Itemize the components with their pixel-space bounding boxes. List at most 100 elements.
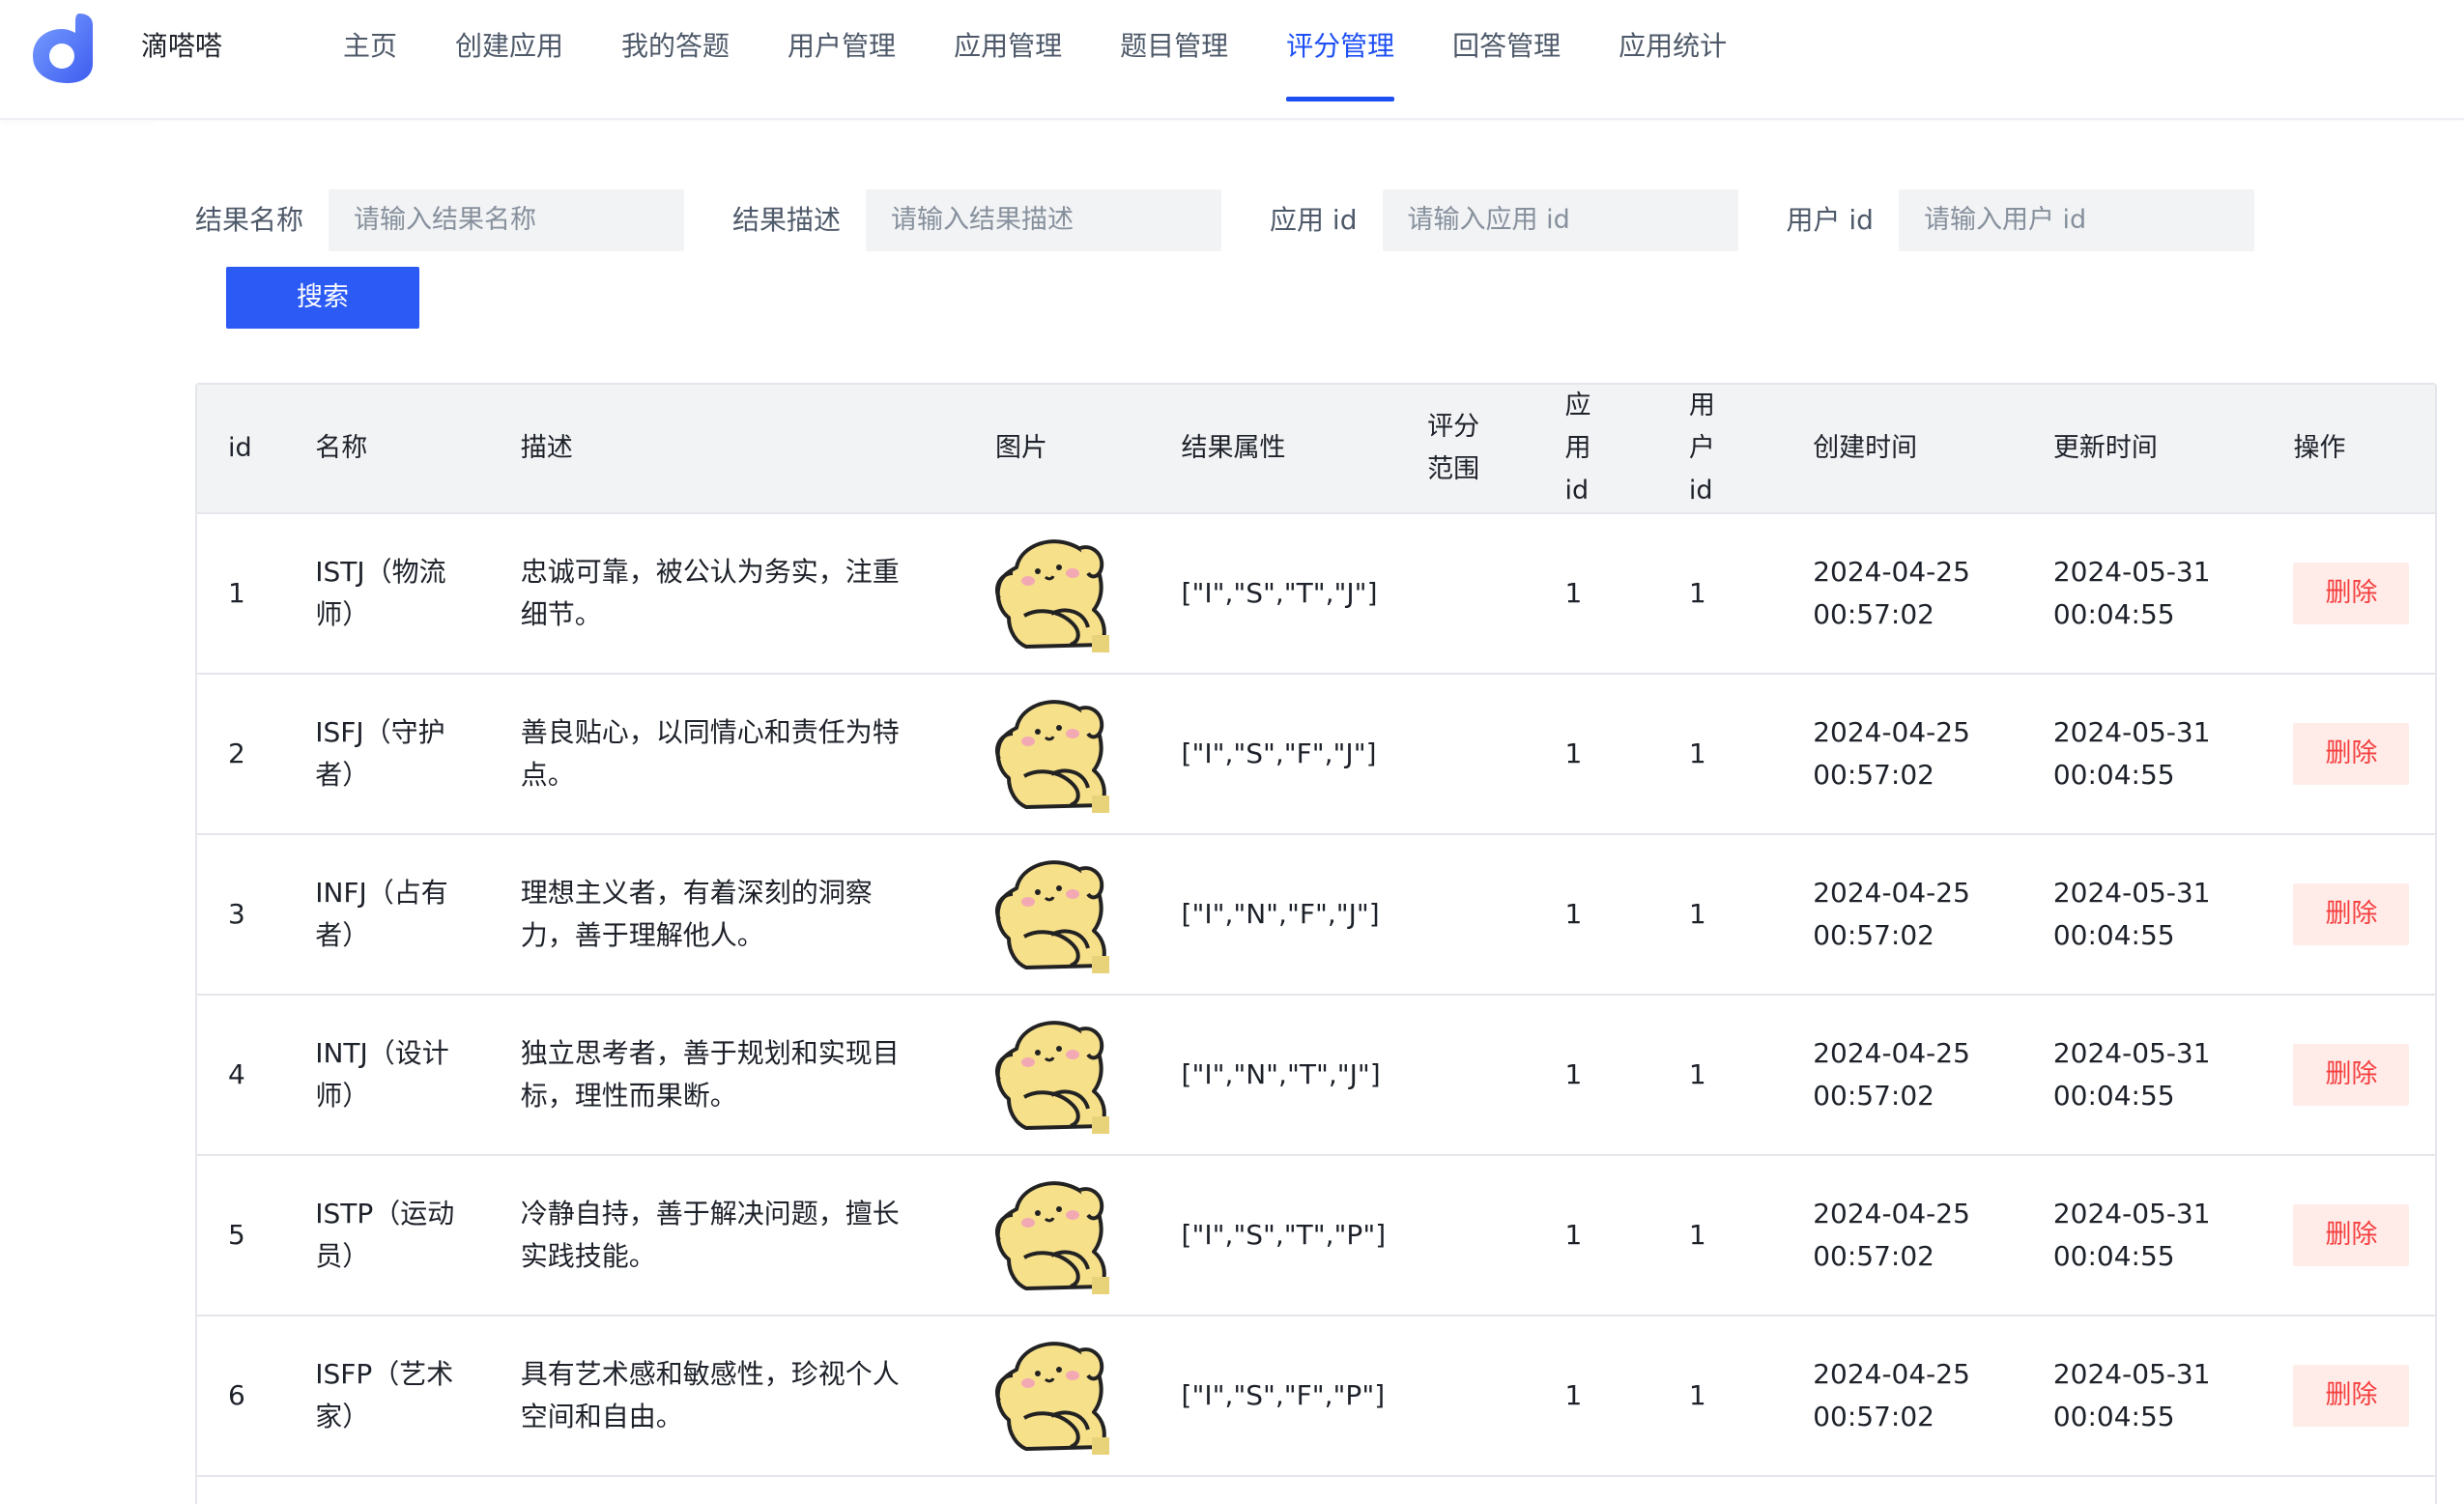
header-ops: 操作 bbox=[2262, 385, 2435, 514]
result-desc-input[interactable] bbox=[866, 189, 1222, 251]
result-name-label: 结果名称 bbox=[195, 204, 304, 236]
result-name-input[interactable] bbox=[329, 189, 685, 251]
cell-updated: 2024-05-31 00:04:55 bbox=[2052, 1358, 2211, 1432]
cell-score-range bbox=[1396, 834, 1533, 995]
nav-item-3[interactable]: 我的答题 bbox=[592, 0, 759, 120]
cell-user-id: 1 bbox=[1688, 1379, 1706, 1411]
cell-attrs: ["I","S","F","J"] bbox=[1181, 738, 1377, 769]
cell-updated: 2024-05-31 00:04:55 bbox=[2052, 716, 2211, 791]
scoring-table: id 名称 描述 图片 结果属性 评分范围 应用id 用户id 创建时间 更新时… bbox=[195, 383, 2437, 1504]
table-row: 3 INFJ（占有者） 理想主义者，有着深刻的洞察力，善于理解他人。 ["I","N… bbox=[197, 834, 2435, 995]
header-desc: 描述 bbox=[489, 385, 965, 514]
delete-button[interactable]: 删除 bbox=[2293, 723, 2410, 785]
cell-image bbox=[964, 995, 1150, 1155]
cell-desc: 善良贴心，以同情心和责任为特点。 bbox=[520, 716, 900, 791]
user-id-input[interactable] bbox=[1898, 189, 2254, 251]
table-header-row: id 名称 描述 图片 结果属性 评分范围 应用id 用户id 创建时间 更新时… bbox=[197, 385, 2435, 514]
app-id-label: 应用 id bbox=[1270, 204, 1358, 236]
cell-user-id: 1 bbox=[1688, 1058, 1706, 1090]
search-button[interactable]: 搜索 bbox=[226, 267, 419, 329]
cell-ops: 删除 bbox=[2262, 995, 2435, 1155]
app-brand-name[interactable]: 滴嗒嗒 bbox=[141, 29, 222, 64]
header-created: 创建时间 bbox=[1782, 385, 2022, 514]
cell-name: ISTJ（物流师） bbox=[315, 556, 446, 630]
cell-app-id: 1 bbox=[1564, 1379, 1583, 1411]
app-id-input[interactable] bbox=[1382, 189, 1738, 251]
header-score-range: 评分范围 bbox=[1396, 385, 1534, 514]
cell-desc: 具有艺术感和敏感性，珍视个人空间和自由。 bbox=[520, 1358, 900, 1432]
cell-name: ISFJ（守护者） bbox=[315, 716, 445, 791]
cell-attrs: ["I","N","F","J"] bbox=[1181, 898, 1380, 930]
nav-item-7[interactable]: 评分管理 bbox=[1257, 0, 1423, 120]
cell-updated: 2024-05-31 00:04:55 bbox=[2052, 556, 2211, 630]
cell-updated: 2024-05-31 00:04:55 bbox=[2052, 1037, 2211, 1112]
cell-created: 2024-04-25 00:57:02 bbox=[1813, 556, 1970, 630]
delete-button[interactable]: 删除 bbox=[2293, 1204, 2410, 1266]
cell-desc: 忠诚可靠，被公认为务实，注重细节。 bbox=[520, 556, 900, 630]
header-updated: 更新时间 bbox=[2021, 385, 2263, 514]
result-thumbnail-image bbox=[988, 1016, 1110, 1134]
nav-item-8[interactable]: 回答管理 bbox=[1423, 0, 1590, 120]
table-row: 2 ISFJ（守护者） 善良贴心，以同情心和责任为特点。 ["I","S","F",… bbox=[197, 674, 2435, 834]
cell-attrs: ["I","N","T","J"] bbox=[1181, 1058, 1381, 1090]
delete-button[interactable]: 删除 bbox=[2293, 563, 2410, 624]
cell-desc: 冷静自持，善于解决问题，擅长实践技能。 bbox=[520, 1198, 900, 1272]
cell-name: INTJ（设计师） bbox=[315, 1037, 449, 1112]
delete-button[interactable]: 删除 bbox=[2293, 1044, 2410, 1106]
nav-item-4[interactable]: 用户管理 bbox=[759, 0, 925, 120]
delete-button[interactable]: 删除 bbox=[2293, 1365, 2410, 1427]
cell-app-id: 1 bbox=[1564, 738, 1583, 769]
cell-image bbox=[964, 834, 1150, 995]
table-row: 1 ISTJ（物流师） 忠诚可靠，被公认为务实，注重细节。 ["I","S","T"… bbox=[197, 513, 2435, 674]
cell-updated: 2024-05-31 00:04:55 bbox=[2052, 877, 2211, 951]
cell-id: 5 bbox=[228, 1219, 245, 1251]
table-row: 5 ISTP（运动员） 冷静自持，善于解决问题，擅长实践技能。 ["I","S","… bbox=[197, 1155, 2435, 1316]
nav-item-1[interactable]: 主页 bbox=[314, 0, 426, 120]
table-row: 4 INTJ（设计师） 独立思考者，善于规划和实现目标，理性而果断。 ["I","N… bbox=[197, 995, 2435, 1155]
cell-app-id: 1 bbox=[1564, 898, 1583, 930]
cell-created: 2024-04-25 00:57:02 bbox=[1813, 1037, 1970, 1112]
nav-item-9[interactable]: 应用统计 bbox=[1590, 0, 1756, 120]
cell-desc: 独立思考者，善于规划和实现目标，理性而果断。 bbox=[520, 1037, 900, 1112]
cell-image bbox=[964, 1155, 1150, 1316]
cell-ops: 删除 bbox=[2262, 674, 2435, 834]
cell-app-id: 1 bbox=[1564, 577, 1583, 609]
header-image: 图片 bbox=[964, 385, 1151, 514]
cell-score-range bbox=[1396, 513, 1533, 674]
cell-image bbox=[964, 674, 1150, 834]
cell-app-id: 1 bbox=[1564, 1058, 1583, 1090]
cell-score-range bbox=[1396, 674, 1533, 834]
cell-name: ISFP（艺术家） bbox=[315, 1358, 454, 1432]
header-name: 名称 bbox=[284, 385, 490, 514]
nav-item-2[interactable]: 创建应用 bbox=[426, 0, 592, 120]
cell-created: 2024-04-25 00:57:02 bbox=[1813, 716, 1970, 791]
cell-name: ISTP（运动员） bbox=[315, 1198, 455, 1272]
cell-id: 2 bbox=[228, 738, 245, 769]
cell-app-id: 1 bbox=[1564, 1219, 1583, 1251]
result-thumbnail-image bbox=[988, 1176, 1110, 1294]
cell-attrs: ["I","S","F","P"] bbox=[1181, 1379, 1386, 1411]
cell-updated: 2024-05-31 00:04:55 bbox=[2052, 1198, 2211, 1272]
cell-user-id: 1 bbox=[1688, 577, 1706, 609]
nav-item-5[interactable]: 应用管理 bbox=[925, 0, 1091, 120]
header-id: id bbox=[197, 385, 285, 514]
app-logo-icon[interactable] bbox=[29, 10, 99, 83]
cell-created: 2024-04-25 00:57:02 bbox=[1813, 1198, 1970, 1272]
header-attrs: 结果属性 bbox=[1150, 385, 1397, 514]
cell-ops: 删除 bbox=[2262, 513, 2435, 674]
result-thumbnail-image bbox=[988, 1337, 1110, 1455]
nav-item-6[interactable]: 题目管理 bbox=[1091, 0, 1257, 120]
cell-created: 2024-04-25 00:57:02 bbox=[1813, 1358, 1970, 1432]
cell-attrs: ["I","S","T","P"] bbox=[1181, 1219, 1387, 1251]
cell-user-id: 1 bbox=[1688, 738, 1706, 769]
cell-ops: 删除 bbox=[2262, 1155, 2435, 1316]
search-form: 结果名称 结果描述 应用 id 用户 id bbox=[195, 189, 2254, 251]
cell-score-range bbox=[1396, 995, 1533, 1155]
cell-name: INFJ（占有者） bbox=[315, 877, 448, 951]
cell-score-range bbox=[1396, 1316, 1533, 1476]
cell-ops: 删除 bbox=[2262, 834, 2435, 995]
delete-button[interactable]: 删除 bbox=[2293, 883, 2410, 945]
cell-user-id: 1 bbox=[1688, 898, 1706, 930]
main-content: 结果名称 结果描述 应用 id 用户 id 搜索 id 名称 描述 图片 结果属… bbox=[155, 122, 2464, 1504]
cell-ops: 删除 bbox=[2262, 1316, 2435, 1476]
